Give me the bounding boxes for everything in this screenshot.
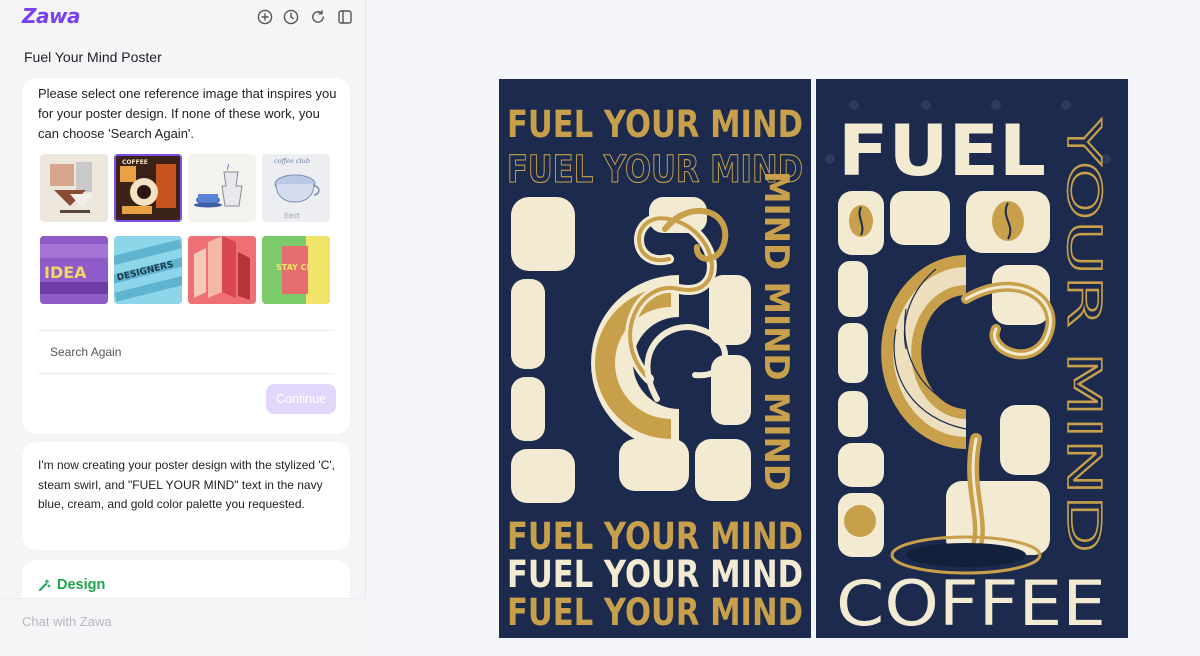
thumbnail-isometric-red[interactable] <box>188 236 256 304</box>
reference-selection-card: Please select one reference image that i… <box>22 78 350 434</box>
svg-text:IDEA: IDEA <box>44 263 87 282</box>
chat-panel: Zawa Fuel Your Mind Poster Please select… <box>0 0 366 656</box>
poster1-bottom-line-2: FUEL YOUR MIND <box>507 553 803 596</box>
thumbnail-stay-creative-green[interactable]: STAY CREATIVE <box>262 236 330 304</box>
assistant-message: I'm now creating your poster design with… <box>38 458 336 511</box>
poster-variant-2[interactable]: FUEL YOUR MIND FUEL YOUR MIND COFFEE <box>816 79 1128 638</box>
svg-text:COFFEE: COFFEE <box>122 159 148 166</box>
chat-input[interactable] <box>22 609 342 633</box>
poster2-headline: FUEL <box>838 110 1046 192</box>
chat-input-bar <box>0 598 366 656</box>
poster1-headline-1: FUEL YOUR MIND <box>507 103 803 146</box>
thumbnail-moka-pot-and-cup[interactable] <box>188 154 256 222</box>
search-again-button[interactable]: Search Again <box>38 330 334 374</box>
magic-wand-icon <box>39 578 51 591</box>
history-icon[interactable] <box>282 8 300 26</box>
zawa-logo[interactable]: Zawa <box>22 4 80 28</box>
continue-button[interactable]: Continue <box>266 384 336 414</box>
poster1-bottom-line-3: FUEL YOUR MIND <box>507 591 803 634</box>
page-title: Fuel Your Mind Poster <box>24 49 162 65</box>
thumbnail-coffee-poster[interactable]: COFFEE <box>114 154 182 222</box>
poster2-coffee-text: COFFEE <box>836 567 1106 638</box>
poster1-bottom-line-1: FUEL YOUR MIND <box>507 515 803 558</box>
svg-text:coffee club: coffee club <box>274 157 310 165</box>
top-bar: Zawa <box>0 0 366 34</box>
thumbnail-coffee-club-cup[interactable]: coffee club Best <box>262 154 330 222</box>
new-chat-icon[interactable] <box>256 8 274 26</box>
poster1-side-text: MIND MIND MIND <box>756 171 796 491</box>
thumbnail-idea-purple[interactable]: IDEA <box>40 236 108 304</box>
design-label: Design <box>57 577 106 593</box>
poster2-side-text: YOUR MIND <box>1057 117 1111 553</box>
design-step[interactable]: Design <box>38 577 105 593</box>
assistant-message-card: I'm now creating your poster design with… <box>22 442 350 550</box>
thumbnail-abstract-geometric[interactable] <box>40 154 108 222</box>
refresh-icon[interactable] <box>309 8 327 26</box>
sidebar-toggle-icon[interactable] <box>336 8 354 26</box>
reference-prompt: Please select one reference image that i… <box>38 86 337 141</box>
poster-variant-1[interactable]: FUEL YOUR MIND FUEL YOUR MIND MIND MIND … <box>499 79 811 638</box>
thumbnail-opinion-designers-blue[interactable]: DESIGNERS <box>114 236 182 304</box>
svg-text:Best: Best <box>284 212 300 220</box>
svg-text:STAY CREATIVE: STAY CREATIVE <box>276 263 330 272</box>
